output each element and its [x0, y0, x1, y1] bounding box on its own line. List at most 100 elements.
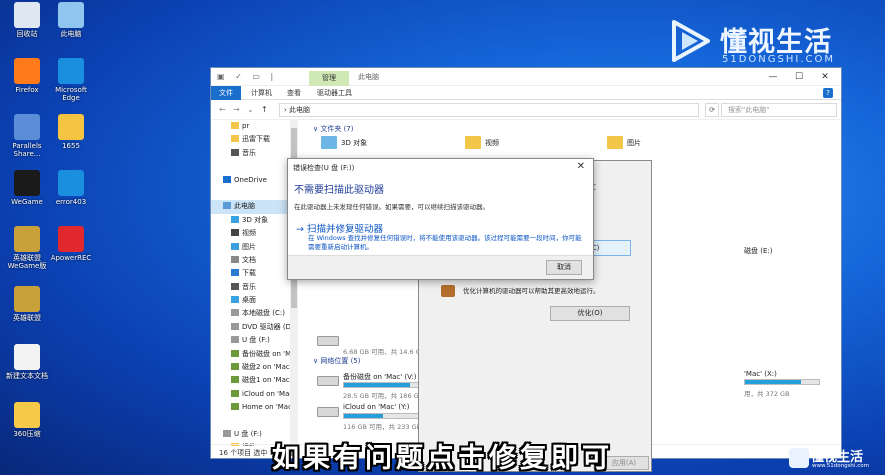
address-bar-row: ← → ⌄ ↑ › 此电脑 ⟳ 搜索"此电脑" — [211, 100, 841, 120]
up-icon[interactable]: ↑ — [261, 105, 268, 114]
dialog-description: 在此驱动器上未发现任何错误。如果需要，可以继续扫描该驱动器。 — [294, 203, 489, 211]
wegame-icon — [14, 170, 40, 196]
folders-group-header[interactable]: ∨ 文件夹 (7) — [313, 124, 354, 134]
desktop-icon[interactable]: 英雄联盟WeGame版 — [4, 226, 50, 270]
folder-videos[interactable]: 视频 — [485, 138, 499, 148]
desktop-icon-label: WeGame — [11, 198, 43, 206]
folder-icon — [465, 136, 481, 149]
nav-item-label: 音乐 — [242, 148, 256, 157]
nav-item-icon — [231, 376, 239, 384]
folder-pictures[interactable]: 图片 — [627, 138, 641, 148]
desktop-icon[interactable]: error403 — [48, 170, 94, 206]
desktop-icon[interactable]: Firefox — [4, 58, 50, 94]
optimize-button[interactable]: 优化(O) — [550, 306, 630, 321]
network-drive-name[interactable]: iCloud on 'Mac' (Y:) — [343, 403, 410, 411]
desktop-icon[interactable]: 回收站 — [4, 2, 50, 38]
close-icon[interactable]: ✕ — [813, 70, 837, 84]
right-drive-name[interactable]: 'Mac' (X:) — [744, 370, 777, 378]
tab-manage[interactable]: 管理 — [309, 71, 349, 86]
nav-item[interactable]: 磁盘1 on 'Mac' — [211, 374, 290, 387]
nav-item[interactable]: Home on 'Mac' — [211, 401, 290, 414]
minimize-icon[interactable]: — — [761, 70, 785, 84]
nav-item-icon — [231, 296, 239, 304]
network-drive-info: 116 GB 可用，共 233 GB — [343, 423, 422, 431]
tab-computer[interactable]: 计算机 — [245, 86, 278, 100]
nav-item[interactable]: 此电脑 — [211, 200, 290, 214]
nav-item[interactable]: 音乐 — [211, 147, 290, 160]
nav-item[interactable]: 下载 — [211, 267, 290, 280]
nav-item-label: U 盘 (F:) — [242, 336, 270, 345]
nav-item[interactable]: pr — [211, 120, 290, 133]
desktop-icon[interactable]: ApowerREC — [48, 226, 94, 262]
nav-item-icon — [231, 242, 239, 250]
nav-item[interactable]: 桌面 — [211, 294, 290, 307]
maximize-icon[interactable]: ☐ — [787, 70, 811, 84]
nav-item[interactable]: 3D 对象 — [211, 214, 290, 227]
dialog-close-icon[interactable]: ✕ — [577, 161, 585, 172]
nav-item-label: 文档 — [242, 255, 256, 264]
tab-drive-tools[interactable]: 驱动器工具 — [311, 86, 358, 100]
folder-icon — [321, 136, 337, 149]
nav-item[interactable]: 磁盘2 on 'Mac' — [211, 361, 290, 374]
nav-item-icon — [231, 336, 239, 344]
usage-fill — [344, 414, 383, 418]
nav-item — [211, 415, 290, 428]
desktop-icon[interactable]: 360压缩 — [4, 402, 50, 438]
help-icon[interactable]: ? — [823, 88, 833, 98]
desktop-icon[interactable]: 英雄联盟 — [4, 286, 50, 322]
folder-3d-objects[interactable]: 3D 对象 — [341, 138, 367, 148]
nav-item-label: 图片 — [242, 242, 256, 251]
cancel-button[interactable]: 取消 — [546, 260, 582, 275]
nav-item[interactable]: 迅雷下载 — [211, 133, 290, 146]
quick-access-toolbar[interactable]: ▣ ✓ ▭ | — [217, 72, 277, 81]
desktop-icon-label: 1655 — [62, 142, 80, 150]
recent-locations-icon[interactable]: ⌄ — [247, 105, 254, 114]
desktop-icon[interactable]: 1655 — [48, 114, 94, 150]
nav-item[interactable]: 图片 — [211, 241, 290, 254]
desktop-icon-label: error403 — [55, 198, 87, 206]
nav-item-label: OneDrive — [234, 175, 267, 184]
nav-item-icon — [231, 282, 239, 290]
recycle-bin-icon — [14, 2, 40, 28]
nav-item[interactable]: OneDrive — [211, 174, 290, 187]
back-icon[interactable]: ← — [219, 105, 226, 114]
record-icon — [58, 226, 84, 252]
desktop-icon[interactable]: Parallels Share... — [4, 114, 50, 158]
nav-item-label: 下载 — [242, 269, 256, 278]
desktop-icon[interactable]: WeGame — [4, 170, 50, 206]
tab-file[interactable]: 文件 — [211, 86, 241, 100]
network-drive-name[interactable]: 备份磁盘 on 'Mac' (V:) — [343, 372, 416, 382]
refresh-icon[interactable]: ⟳ — [705, 103, 719, 117]
forward-icon[interactable]: → — [233, 105, 240, 114]
nav-item[interactable]: 本地磁盘 (C:) — [211, 307, 290, 320]
tab-view[interactable]: 查看 — [281, 86, 307, 100]
desktop-icon-label: ApowerREC — [50, 254, 92, 262]
nav-item[interactable]: iCloud on 'Mac' — [211, 388, 290, 401]
desktop-icon[interactable]: 此电脑 — [48, 2, 94, 38]
nav-item[interactable]: U 盘 (F:) — [211, 334, 290, 347]
archive-icon — [14, 402, 40, 428]
nav-item-label: 磁盘2 on 'Mac' — [242, 363, 291, 372]
desktop-icon[interactable]: Microsoft Edge — [48, 58, 94, 102]
document-icon — [58, 170, 84, 196]
scan-repair-description[interactable]: 在 Windows 查找并修复任何错误时，将不能使用该驱动器。该过程可能需要一段… — [308, 234, 588, 252]
nav-item[interactable]: 音乐 — [211, 281, 290, 294]
nav-item[interactable]: 备份磁盘 on 'Ma — [211, 348, 290, 361]
search-input[interactable]: 搜索"此电脑" — [721, 103, 837, 117]
usage-fill — [745, 380, 801, 384]
right-drive-e[interactable]: 磁盘 (E:) — [744, 246, 772, 256]
desktop-icon[interactable]: 新建文本文档 — [4, 344, 50, 380]
nav-item-icon — [231, 403, 239, 411]
network-group-header[interactable]: ∨ 网络位置 (5) — [313, 356, 361, 366]
nav-item[interactable]: 视频 — [211, 227, 290, 240]
nav-item[interactable]: DVD 驱动器 (D:) — [211, 321, 290, 334]
right-drive-usage-bar — [744, 379, 820, 385]
address-input[interactable]: › 此电脑 — [279, 103, 699, 117]
site-logo: 懂视生活 51DONGSHI.COM — [668, 16, 853, 74]
corner-watermark: 懂视生活 www.51dongshi.com — [789, 444, 885, 475]
nav-item[interactable]: 文档 — [211, 254, 290, 267]
nav-item-icon — [231, 229, 239, 237]
nav-item-label: 备份磁盘 on 'Ma — [242, 349, 291, 358]
nav-item-icon — [231, 349, 239, 357]
scan-repair-link[interactable]: → 扫描并修复驱动器 — [296, 221, 383, 235]
